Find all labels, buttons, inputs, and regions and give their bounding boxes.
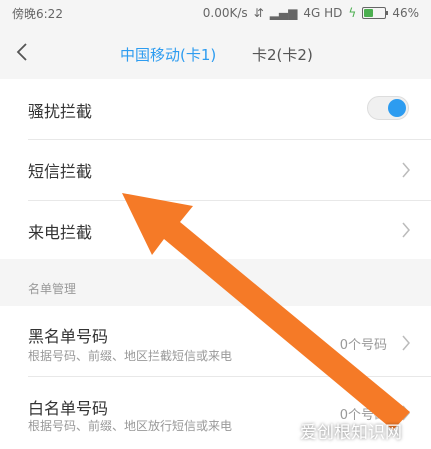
battery-fill: [364, 9, 374, 17]
settings-row-label: 骚扰拦截: [28, 102, 93, 121]
back-button[interactable]: [16, 36, 40, 68]
section-title: 名单管理: [28, 282, 77, 296]
harassment-toggle[interactable]: [367, 96, 409, 120]
list-item-blacklist[interactable]: 黑名单号码 根据号码、前缀、地区拦截短信或来电 0个号码: [0, 306, 431, 376]
list-item-label: 黑名单号码: [28, 327, 109, 346]
list-item-subtitle: 根据号码、前缀、地区放行短信或来电: [28, 419, 233, 433]
chevron-right-icon: [401, 405, 411, 421]
settings-row-sms[interactable]: 短信拦截: [0, 140, 431, 200]
back-arrow-icon: [16, 43, 27, 61]
status-time: 傍晚6:22: [12, 6, 63, 21]
settings-row-harassment[interactable]: 骚扰拦截: [0, 79, 431, 139]
settings-row-label: 来电拦截: [28, 223, 93, 242]
tab-sim2[interactable]: 卡2(卡2): [252, 44, 313, 65]
charging-icon: ϟ: [348, 6, 357, 20]
tab-sim1[interactable]: 中国移动(卡1): [120, 44, 216, 65]
battery-percent: 46%: [392, 6, 419, 20]
signal-icon: ⇵: [253, 6, 264, 20]
chevron-right-icon: [401, 335, 411, 351]
battery-icon: [362, 7, 389, 19]
chevron-right-icon: [401, 162, 411, 178]
list-item-subtitle: 根据号码、前缀、地区拦截短信或来电: [28, 349, 233, 363]
header: 中国移动(卡1) 卡2(卡2): [0, 26, 431, 79]
settings-row-label: 短信拦截: [28, 162, 93, 181]
list-item-count: 0个号码: [339, 338, 387, 353]
toggle-knob: [388, 99, 406, 117]
watermark: 爱创根知识网: [300, 423, 402, 443]
status-indicators: 0.00K/s ⇵ ▂▄▆ 4G HD ϟ 46%: [203, 6, 419, 20]
network-speed: 0.00K/s: [202, 6, 248, 20]
list-item-label: 白名单号码: [28, 399, 109, 418]
status-bar: 傍晚6:22 0.00K/s ⇵ ▂▄▆ 4G HD ϟ 46%: [0, 0, 431, 26]
chevron-right-icon: [401, 222, 411, 238]
settings-row-call[interactable]: 来电拦截: [0, 201, 431, 259]
settings-block: 骚扰拦截 短信拦截 来电拦截: [0, 79, 431, 259]
signal-bars-icon: ▂▄▆: [269, 6, 298, 20]
network-type: 4G HD: [303, 6, 343, 20]
